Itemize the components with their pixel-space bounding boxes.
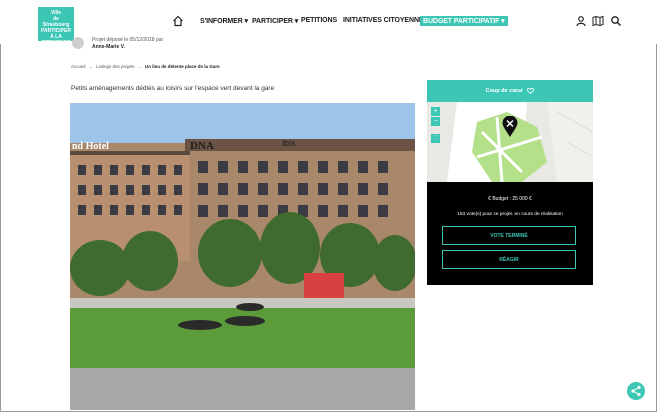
project-map[interactable]: + − ⛶: [427, 102, 593, 182]
breadcrumb-separator: →: [137, 64, 143, 69]
nav-label: BUDGET PARTICIPATIF: [423, 18, 500, 25]
nav-label: PARTICIPER: [252, 18, 293, 25]
fullscreen-icon[interactable]: ⛶: [431, 134, 440, 143]
nav-label: PETITIONS: [301, 17, 338, 24]
chevron-down-icon: ▾: [501, 18, 505, 25]
photo-scene: nd Hotel DNA ibis: [70, 103, 415, 410]
author-name[interactable]: Anne-Marie V.: [92, 44, 125, 50]
nav-item-initiatives[interactable]: INITIATIVES CITOYENNES: [343, 17, 428, 24]
breadcrumb-home[interactable]: Accueil: [71, 64, 86, 69]
map-zoom-out-button[interactable]: −: [431, 117, 440, 126]
project-subtitle: Petits aménagements dédiés au loisirs su…: [71, 85, 275, 92]
project-budget: € Budget : 25 000 €: [488, 196, 532, 202]
breadcrumb: Accueil → Listings des projets → Un lieu de …: [71, 64, 220, 69]
coup-de-coeur-label: Coup de cœur: [485, 88, 523, 94]
chevron-down-icon: ▾: [244, 18, 249, 25]
user-icon[interactable]: [575, 15, 587, 27]
nav-item-budget-participatif[interactable]: BUDGET PARTICIPATIF ▾: [420, 16, 508, 26]
nav-item-sinformer[interactable]: S'INFORMER ▾: [200, 17, 248, 25]
breadcrumb-current: Un lieu de détente place de la Gare: [145, 64, 220, 69]
chevron-down-icon: ▾: [294, 18, 299, 25]
vote-count: 153 vote(s) pour ce projet. en cours de …: [457, 212, 563, 217]
vote-closed-button[interactable]: VOTE TERMINÉ: [442, 226, 576, 245]
avatar: [72, 37, 84, 49]
share-button[interactable]: [627, 382, 645, 400]
coup-de-coeur-button[interactable]: Coup de cœur: [427, 80, 593, 102]
heart-icon: [527, 87, 535, 94]
breadcrumb-listing[interactable]: Listings des projets: [96, 64, 135, 69]
sign-ibis: ibis: [282, 138, 296, 148]
nav-label: S'INFORMER: [200, 18, 243, 25]
home-icon[interactable]: [172, 15, 184, 27]
site-logo[interactable]: Ville de Strasbourg PARTICIPER À LA CITO…: [38, 7, 74, 46]
sign-dna: DNA: [190, 140, 214, 152]
react-button[interactable]: RÉAGIR: [442, 250, 576, 269]
map-tiles: [427, 102, 593, 182]
author-date: Projet déposé le 05/12/2018 par: [92, 37, 164, 43]
nav-item-participer[interactable]: PARTICIPER ▾: [252, 17, 298, 25]
nav-label: INITIATIVES CITOYENNES: [343, 17, 429, 24]
map-zoom-in-button[interactable]: +: [431, 107, 440, 116]
search-icon[interactable]: [610, 15, 622, 27]
logo-line: CITOYENNE: [41, 40, 71, 46]
breadcrumb-separator: →: [88, 64, 94, 69]
map-icon[interactable]: [592, 15, 604, 27]
project-photo: nd Hotel DNA ibis: [70, 103, 415, 410]
sign-hotel: nd Hotel: [72, 141, 109, 152]
share-icon: [631, 385, 641, 397]
vote-panel: € Budget : 25 000 € 153 vote(s) pour ce …: [427, 182, 593, 285]
logo-line: de Strasbourg: [42, 16, 70, 28]
map-pin-icon[interactable]: [502, 116, 518, 138]
nav-item-petitions[interactable]: PETITIONS: [301, 17, 337, 24]
